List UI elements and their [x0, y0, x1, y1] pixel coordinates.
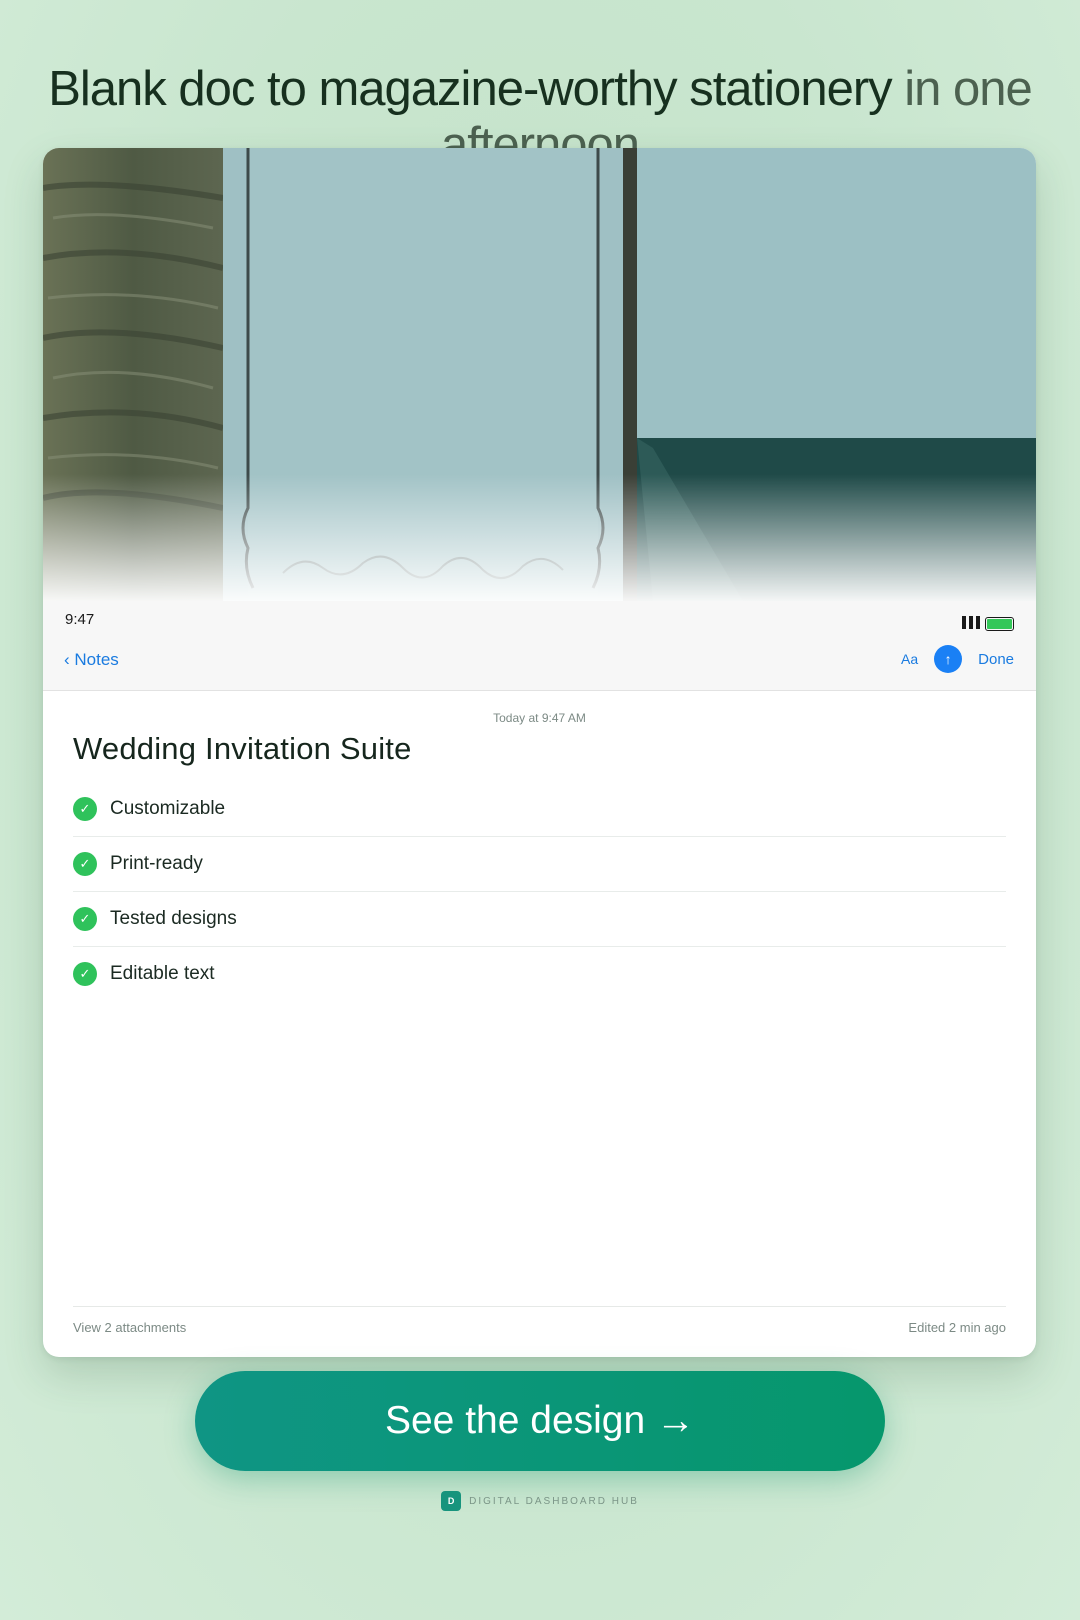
share-icon[interactable]: ↑ — [934, 645, 963, 673]
back-button[interactable]: ‹ Notes — [64, 650, 119, 670]
nav-bar: ‹ Notes Aa ↑ Done — [43, 638, 1036, 691]
checklist-item-label: Customizable — [110, 798, 226, 819]
brand-footer: D DIGITAL DASHBOARD HUB — [0, 1491, 1080, 1511]
back-label: Notes — [74, 650, 119, 669]
brand-logo-icon: D — [441, 1491, 462, 1511]
checkmark-icon[interactable]: ✓ — [73, 852, 97, 876]
attachments-link[interactable]: View 2 attachments — [73, 1320, 186, 1335]
checklist-item[interactable]: ✓ Print-ready — [73, 837, 1006, 892]
see-design-button[interactable]: See the design → — [195, 1371, 885, 1471]
checklist: ✓ Customizable ✓ Print-ready ✓ Tested de… — [73, 782, 1006, 1001]
note-footer: View 2 attachments Edited 2 min ago — [73, 1306, 1006, 1357]
brand-name: DIGITAL DASHBOARD HUB — [469, 1495, 639, 1507]
done-button[interactable]: Done — [978, 651, 1014, 668]
checklist-item-label: Editable text — [110, 963, 215, 984]
checkmark-icon[interactable]: ✓ — [73, 797, 97, 821]
note-card: 9:47 ‹ Notes Aa ↑ Done Today at 9:47 AM … — [43, 148, 1036, 1357]
checklist-item-label: Print-ready — [110, 853, 203, 874]
checklist-item[interactable]: ✓ Customizable — [73, 782, 1006, 837]
status-time: 9:47 — [65, 611, 95, 628]
checklist-item[interactable]: ✓ Tested designs — [73, 892, 1006, 947]
note-timestamp: Today at 9:47 AM — [493, 711, 586, 725]
checklist-item[interactable]: ✓ Editable text — [73, 947, 1006, 1001]
headline-main: Blank doc to magazine-worthy stationery — [48, 61, 892, 116]
checkmark-icon[interactable]: ✓ — [73, 907, 97, 931]
status-bar: 9:47 — [43, 601, 1036, 638]
battery-icon — [985, 617, 1014, 631]
checkmark-icon[interactable]: ✓ — [73, 962, 97, 986]
hero-image — [43, 148, 1036, 601]
format-button[interactable]: Aa — [901, 651, 918, 667]
signal-icon — [962, 616, 980, 629]
nav-actions: Aa ↑ Done — [901, 645, 1014, 673]
edited-label: Edited 2 min ago — [908, 1320, 1006, 1335]
checklist-item-label: Tested designs — [110, 908, 237, 929]
note-title[interactable]: Wedding Invitation Suite — [73, 731, 412, 767]
